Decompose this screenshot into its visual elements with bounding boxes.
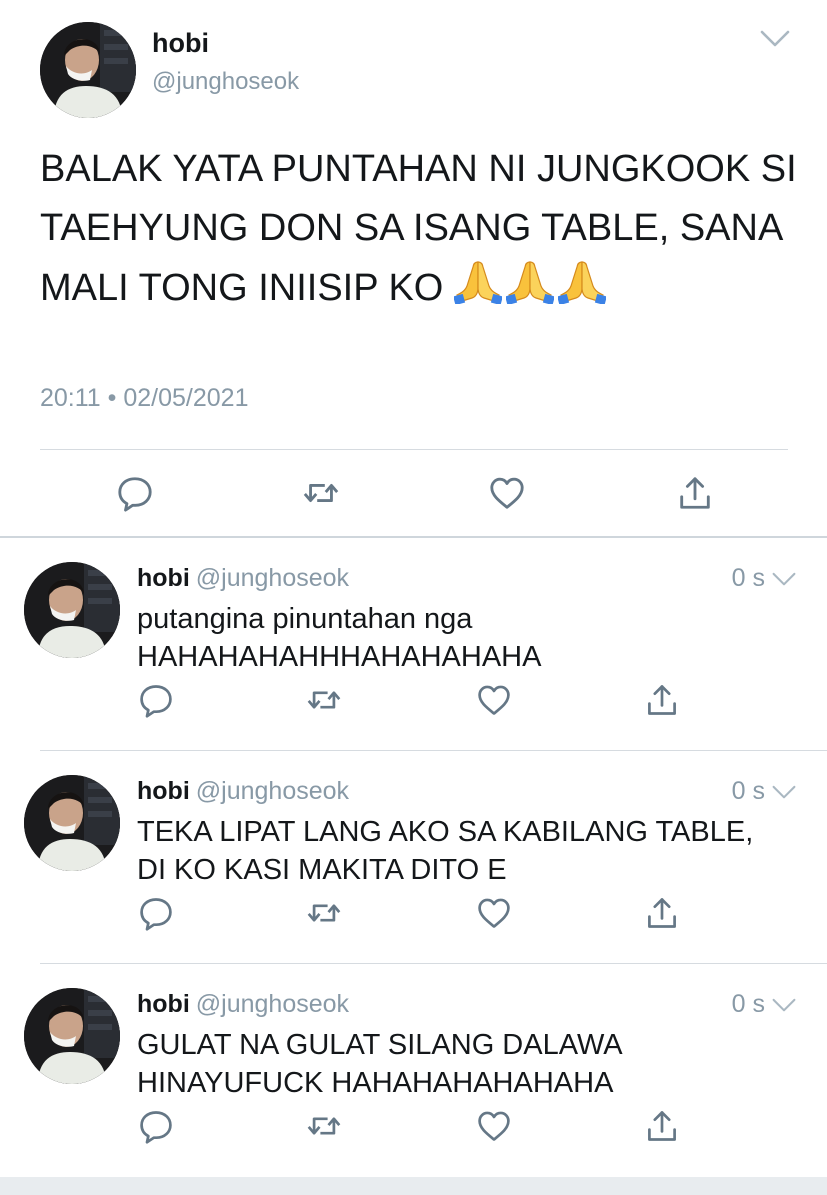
user-handle[interactable]: @junghoseok [152, 68, 299, 96]
display-name[interactable]: hobi [137, 777, 190, 805]
like-icon[interactable] [476, 1108, 512, 1144]
like-icon[interactable] [476, 682, 512, 718]
profile-photo [24, 988, 120, 1084]
divider [40, 449, 788, 450]
share-icon[interactable] [644, 682, 680, 718]
user-handle[interactable]: @junghoseok [196, 777, 349, 805]
relative-time: 0 s [731, 564, 765, 592]
user-handle[interactable]: @junghoseok [196, 564, 349, 592]
display-name[interactable]: hobi [137, 564, 190, 592]
folded-hands-emoji [454, 258, 502, 304]
share-icon[interactable] [644, 1108, 680, 1144]
reply-text-line: TEKA LIPAT LANG AKO SA KABILANG TABLE, [137, 816, 754, 848]
folded-hands-emoji [558, 258, 606, 304]
reply-text-line: putangina pinuntahan nga [137, 603, 473, 635]
retweet-icon[interactable] [306, 895, 342, 931]
user-handle[interactable]: @junghoseok [196, 990, 349, 1018]
avatar[interactable] [24, 562, 120, 658]
tweet-timestamp: 20:11 • 02/05/2021 [40, 384, 249, 412]
profile-photo [40, 22, 136, 118]
chevron-down-icon[interactable] [772, 572, 796, 587]
retweet-icon[interactable] [306, 682, 342, 718]
display-name[interactable]: hobi [152, 28, 209, 59]
bottom-bar [0, 1177, 827, 1195]
reply-text-line: GULAT NA GULAT SILANG DALAWA [137, 1029, 623, 1061]
reply-header: hobi @junghoseok [137, 777, 349, 806]
share-icon[interactable] [676, 474, 714, 512]
retweet-icon[interactable] [302, 474, 340, 512]
action-bar [0, 682, 827, 722]
profile-photo [24, 775, 120, 871]
chevron-down-icon[interactable] [772, 998, 796, 1013]
action-bar [0, 1108, 827, 1148]
action-bar [0, 470, 827, 516]
reply-header: hobi @junghoseok [137, 990, 349, 1019]
reply-header: hobi @junghoseok [137, 564, 349, 593]
reply-tweet[interactable]: hobi @junghoseok 0 s GULAT NA GULAT SILAN… [0, 964, 827, 1177]
action-bar [0, 895, 827, 935]
reply-text-line: DI KO KASI MAKITA DITO E [137, 854, 507, 886]
reply-text: GULAT NA GULAT SILANG DALAWA HINAYUFUCK … [137, 1026, 807, 1102]
reply-text: TEKA LIPAT LANG AKO SA KABILANG TABLE, D… [137, 813, 807, 889]
share-icon[interactable] [644, 895, 680, 931]
relative-time: 0 s [731, 990, 765, 1018]
reply-tweet[interactable]: hobi @junghoseok 0 s putangina pinuntahan… [0, 538, 827, 751]
reply-tweet[interactable]: hobi @junghoseok 0 s TEKA LIPAT LANG AKO … [0, 751, 827, 964]
like-icon[interactable] [488, 474, 526, 512]
emoji-group [454, 267, 610, 309]
folded-hands-emoji [506, 258, 554, 304]
reply-icon[interactable] [138, 1108, 174, 1144]
reply-icon[interactable] [138, 895, 174, 931]
reply-icon[interactable] [138, 682, 174, 718]
reply-icon[interactable] [116, 474, 154, 512]
avatar[interactable] [24, 775, 120, 871]
display-name[interactable]: hobi [137, 990, 190, 1018]
chevron-down-icon[interactable] [772, 785, 796, 800]
relative-time: 0 s [731, 777, 765, 805]
reply-text-line: HINAYUFUCK HAHAHAHAHAHAHA [137, 1067, 614, 1099]
tweet-text: BALAK YATA PUNTAHAN NI JUNGKOOK SI TAEHY… [40, 140, 800, 318]
main-tweet: hobi @junghoseok BALAK YATA PUNTAHAN NI … [0, 0, 827, 537]
tweet-body: BALAK YATA PUNTAHAN NI JUNGKOOK SI TAEHY… [40, 148, 797, 309]
profile-photo [24, 562, 120, 658]
like-icon[interactable] [476, 895, 512, 931]
chevron-down-icon[interactable] [760, 30, 790, 48]
avatar[interactable] [40, 22, 136, 118]
reply-text: putangina pinuntahan nga HAHAHAHAHHHAHAH… [137, 600, 807, 676]
reply-text-line: HAHAHAHAHHHAHAHAHAHA [137, 641, 542, 673]
retweet-icon[interactable] [306, 1108, 342, 1144]
avatar[interactable] [24, 988, 120, 1084]
